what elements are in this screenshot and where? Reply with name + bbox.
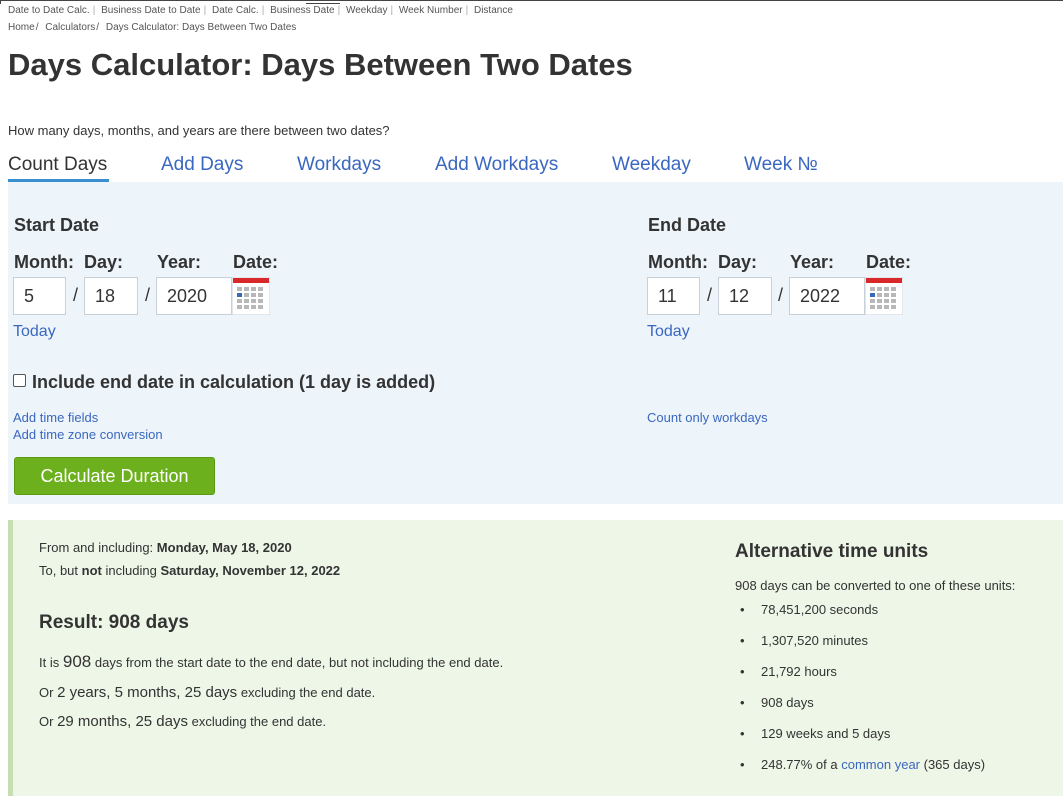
list-item: 908 days <box>735 695 985 726</box>
add-time-zone-link[interactable]: Add time zone conversion <box>13 427 163 442</box>
breadcrumb-home[interactable]: Home <box>8 22 35 33</box>
result-from-prefix: From and including: <box>39 540 154 555</box>
start-month-label: Month: <box>14 252 74 272</box>
end-date-label: Date: <box>866 252 912 272</box>
start-calendar-icon[interactable] <box>232 277 270 315</box>
include-end-date-checkbox[interactable] <box>13 374 26 387</box>
start-today-link[interactable]: Today <box>13 323 56 341</box>
top-nav: Date to Date Calc. | Business Date to Dat… <box>8 5 513 16</box>
result-title: Result: 908 days <box>39 612 189 633</box>
nav-date-to-date[interactable]: Date to Date Calc. <box>8 5 90 16</box>
result-line-months: Or 29 months, 25 days excluding the end … <box>39 713 326 730</box>
alt-units-intro: 908 days can be converted to one of thes… <box>735 578 1016 593</box>
end-slash-2: / <box>778 285 784 305</box>
start-year-input[interactable]: 2020 <box>156 277 232 315</box>
result-to-including: including <box>105 563 157 578</box>
include-end-date-row[interactable]: Include end date in calculation (1 day i… <box>13 372 435 393</box>
end-year-label: Year: <box>790 252 835 272</box>
calculator-tabs: Count Days Add Days Workdays Add Workday… <box>8 148 1063 185</box>
start-day-label: Day: <box>84 252 124 272</box>
list-item: 21,792 hours <box>735 664 985 695</box>
result-to-prefix: To, but <box>39 563 79 578</box>
result-months-value: 29 months, 25 days <box>57 713 188 730</box>
list-item: 1,307,520 minutes <box>735 633 985 664</box>
end-date-title: End Date <box>648 215 727 235</box>
result-line-years-suffix: excluding the end date. <box>240 685 376 700</box>
alt-units-list: 78,451,200 seconds 1,307,520 minutes 21,… <box>735 602 985 788</box>
result-line-months-suffix: excluding the end date. <box>191 714 327 729</box>
end-day-label: Day: <box>718 252 758 272</box>
tab-add-days[interactable]: Add Days <box>161 154 243 176</box>
tab-weekday[interactable]: Weekday <box>612 154 691 176</box>
end-day-input[interactable]: 12 <box>718 277 772 315</box>
window-tab-notch <box>306 0 340 4</box>
end-month-input[interactable]: 11 <box>647 277 700 315</box>
result-to-not: not <box>81 563 102 578</box>
tab-week-number[interactable]: Week № <box>744 154 818 176</box>
start-slash-2: / <box>145 285 151 305</box>
nav-business-date-to-date[interactable]: Business Date to Date <box>101 5 201 16</box>
nav-date-calc[interactable]: Date Calc. <box>212 5 259 16</box>
result-line-days-suffix: days from the start date to the end date… <box>94 655 504 670</box>
tab-workdays[interactable]: Workdays <box>297 154 381 176</box>
add-time-fields-link[interactable]: Add time fields <box>13 410 98 425</box>
date-form-panel <box>8 182 1063 504</box>
start-year-label: Year: <box>157 252 202 272</box>
start-month-input[interactable]: 5 <box>13 277 66 315</box>
result-line-years-prefix: Or <box>39 685 54 700</box>
result-line-days: It is 908 days from the start date to th… <box>39 652 503 672</box>
window-top-border <box>0 0 1063 4</box>
result-to-date: Saturday, November 12, 2022 <box>160 563 341 578</box>
end-today-link[interactable]: Today <box>647 323 690 341</box>
list-item: 78,451,200 seconds <box>735 602 985 633</box>
end-month-label: Month: <box>648 252 708 272</box>
start-date-title: Start Date <box>14 215 100 235</box>
tab-add-workdays[interactable]: Add Workdays <box>435 154 558 176</box>
include-end-date-label: Include end date in calculation (1 day i… <box>32 372 436 392</box>
list-item: 248.77% of a common year (365 days) <box>735 757 985 788</box>
result-line-months-prefix: Or <box>39 714 54 729</box>
result-from-line: From and including: Monday, May 18, 2020 <box>39 540 292 555</box>
start-day-input[interactable]: 18 <box>84 277 138 315</box>
common-year-suffix: (365 days) <box>923 757 986 772</box>
result-years-value: 2 years, 5 months, 25 days <box>57 684 238 701</box>
nav-business-date[interactable]: Business Date <box>270 5 334 16</box>
end-calendar-icon[interactable] <box>865 277 903 315</box>
alt-units-title: Alternative time units <box>735 541 929 562</box>
common-year-link[interactable]: common year <box>841 757 920 772</box>
result-days-number: 908 <box>62 652 92 671</box>
nav-distance[interactable]: Distance <box>474 5 513 16</box>
result-from-date: Monday, May 18, 2020 <box>156 540 292 555</box>
result-line-years: Or 2 years, 5 months, 25 days excluding … <box>39 684 375 701</box>
page-subtitle: How many days, months, and years are the… <box>8 123 390 138</box>
count-workdays-link[interactable]: Count only workdays <box>647 410 768 425</box>
list-item: 129 weeks and 5 days <box>735 726 985 757</box>
breadcrumb-calculators[interactable]: Calculators <box>45 22 95 33</box>
result-line-days-prefix: It is <box>39 655 60 670</box>
tab-count-days[interactable]: Count Days <box>8 154 107 176</box>
start-date-label: Date: <box>233 252 279 272</box>
breadcrumb-current: Days Calculator: Days Between Two Dates <box>105 22 297 33</box>
calculate-duration-button[interactable]: Calculate Duration <box>14 457 215 495</box>
page-title: Days Calculator: Days Between Two Dates <box>8 47 633 82</box>
result-to-line: To, but not including Saturday, November… <box>39 563 340 578</box>
nav-weekday[interactable]: Weekday <box>346 5 388 16</box>
common-year-prefix: 248.77% of a <box>761 757 838 772</box>
nav-week-number[interactable]: Week Number <box>399 5 463 16</box>
end-year-input[interactable]: 2022 <box>789 277 865 315</box>
end-slash-1: / <box>707 285 713 305</box>
start-slash-1: / <box>73 285 79 305</box>
breadcrumb: Home/ Calculators/ Days Calculator: Days… <box>8 22 297 33</box>
